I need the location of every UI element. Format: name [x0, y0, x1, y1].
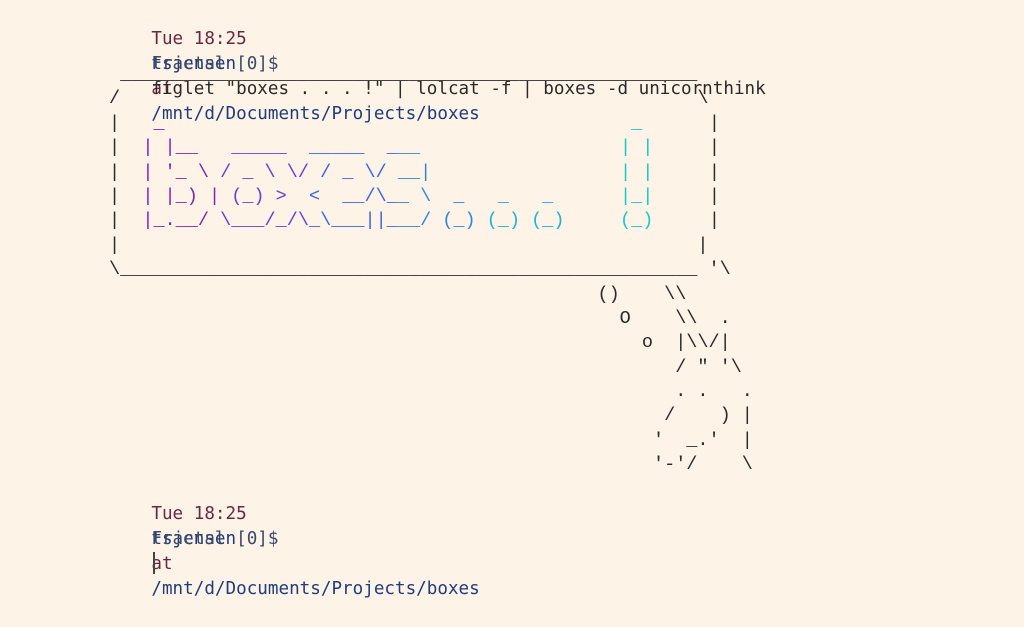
unicorn-row: / " '\: [109, 356, 742, 378]
figlet-row: | _ _ |: [109, 112, 720, 134]
unicorn-row: ' _.' |: [109, 429, 753, 451]
box-bottom-border: \_______________________________________…: [109, 259, 731, 281]
prompt-host: Fractal [0]$: [151, 529, 279, 549]
figlet-row: | | '_ \ / _ \ \/ / _ \/ __| | | |: [109, 161, 720, 183]
unicorn-row: o |\\/|: [109, 332, 731, 354]
command-output-art: ________________________________________…: [109, 63, 753, 478]
figlet-row: | | |_) | (_) > < __/\__ \ _ _ _ |_| |: [109, 185, 720, 207]
unicorn-row: O \\ .: [109, 307, 731, 329]
box-top-border: ________________________________________…: [109, 64, 698, 85]
command-line-2[interactable]: Fractal [0]$: [109, 502, 278, 574]
terminal-window[interactable]: Tue 18:25 tsjensen at /mnt/d/Documents/P…: [0, 0, 1024, 599]
unicorn-row: . . .: [109, 381, 753, 403]
figlet-row: | |_.__/ \___/_/\_\___||___/ (_) (_) (_)…: [109, 210, 720, 232]
prompt-path: /mnt/d/Documents/Projects/boxes: [151, 579, 480, 599]
command-line: Fractal [0]$ figlet "boxes . . . !" | lo…: [109, 27, 765, 99]
prompt-info-line-2: Tue 18:25 tsjensen at /mnt/d/Documents/P…: [109, 477, 479, 599]
box-side: | |: [109, 234, 709, 256]
prompt-info-line: Tue 18:25 tsjensen at /mnt/d/Documents/P…: [109, 2, 479, 124]
unicorn-row: '-'/ \: [109, 454, 753, 476]
box-top-corner: / \: [109, 88, 709, 110]
text-cursor: [153, 552, 155, 574]
unicorn-row: / ) |: [109, 405, 753, 427]
unicorn-row: () \\: [109, 283, 687, 305]
figlet-row: | | |__ _____ _____ ___ | | |: [109, 137, 720, 159]
